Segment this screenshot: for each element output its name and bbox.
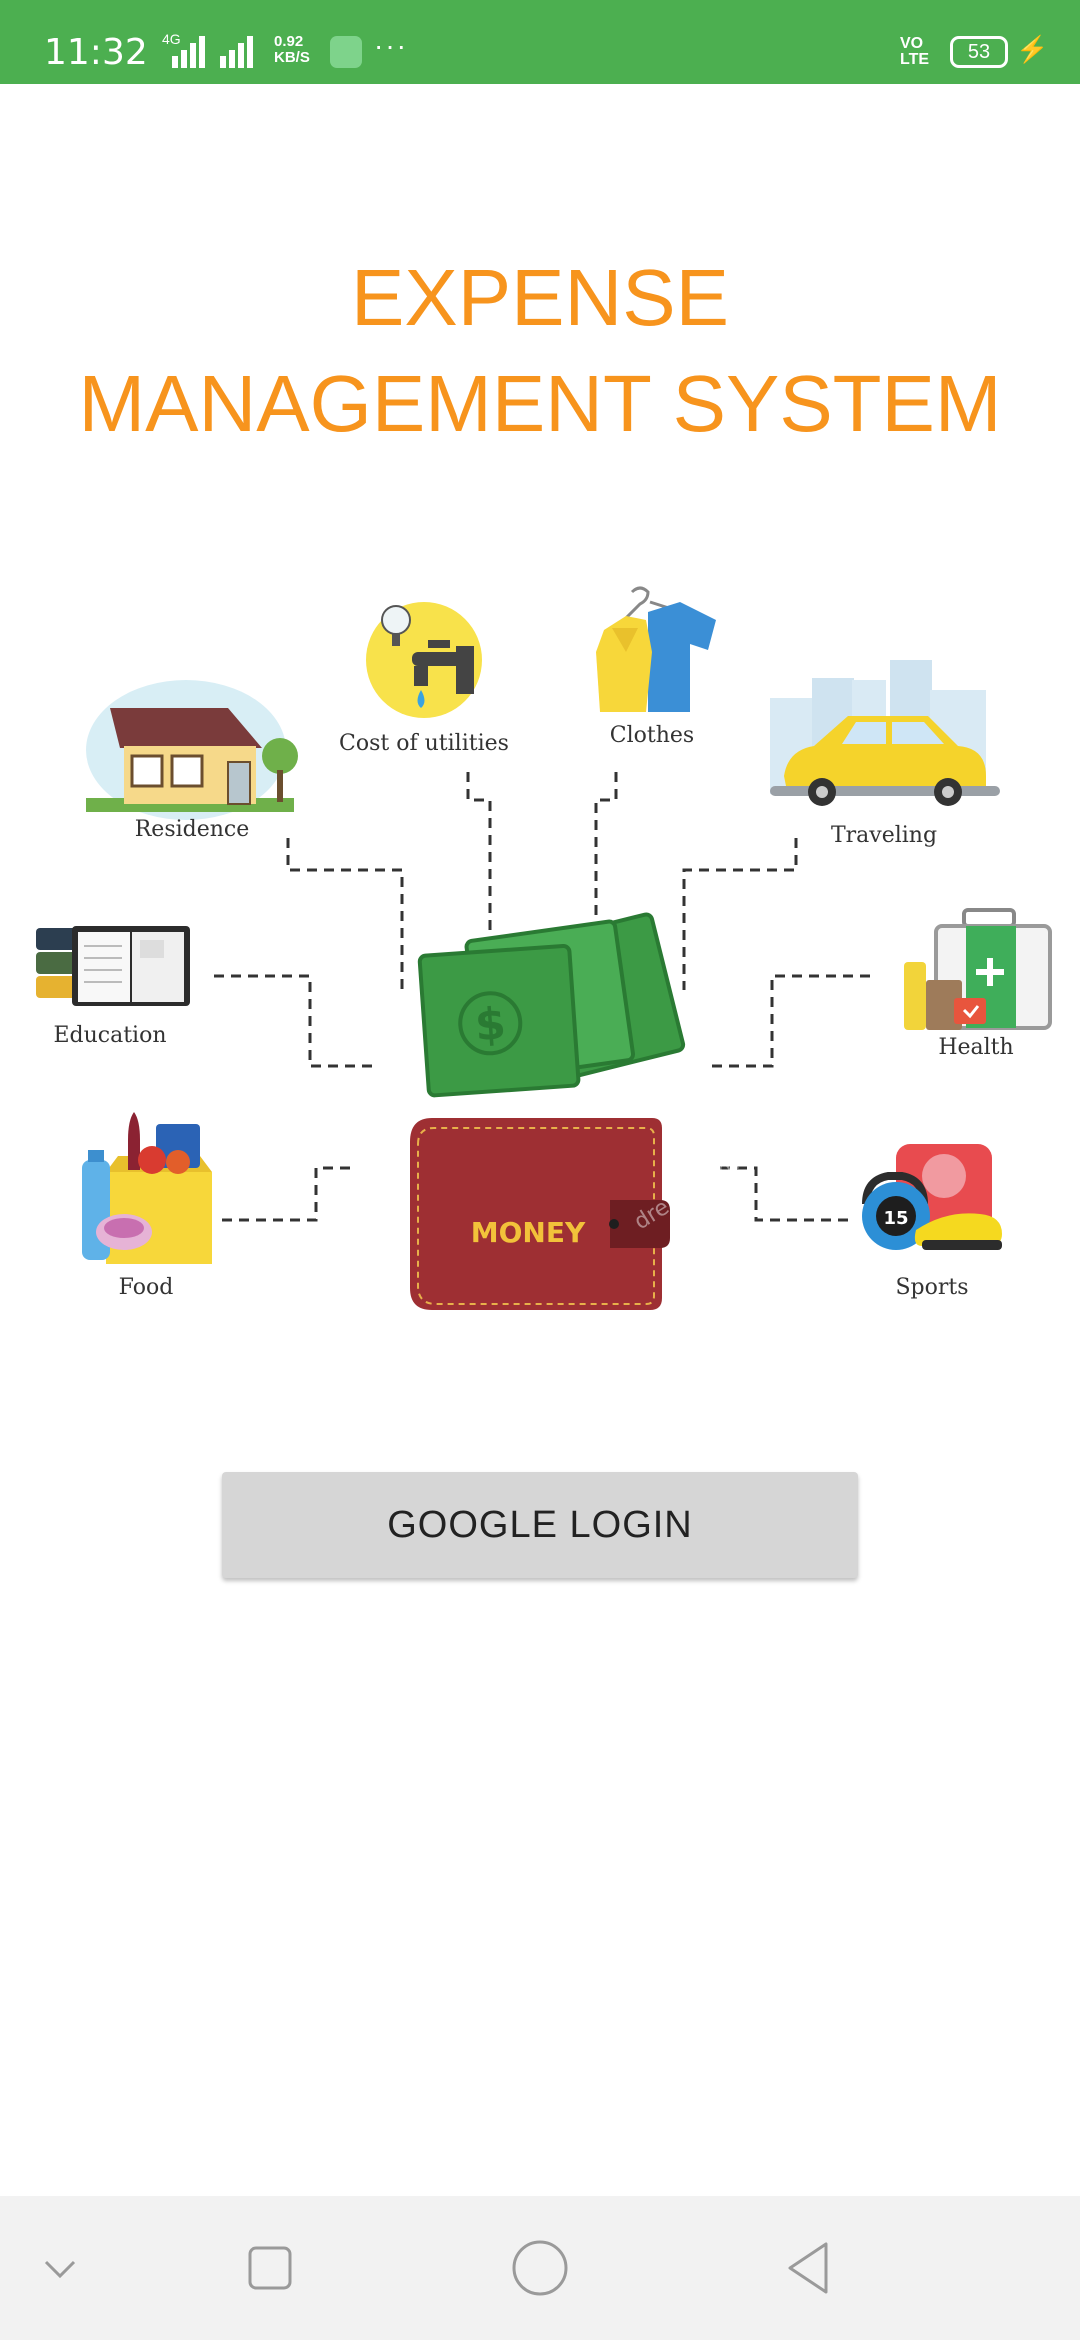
health-icon xyxy=(904,908,1052,1030)
battery-icon: 53 xyxy=(950,36,1008,68)
svg-text:$: $ xyxy=(473,998,507,1051)
expense-categories-illustration: Residence Cost of utilities Clothes Trav… xyxy=(36,586,1052,1310)
battery-level: 53 xyxy=(967,41,991,63)
volte-line-1: VO xyxy=(900,35,924,52)
chevron-down-icon[interactable] xyxy=(28,2236,92,2300)
education-icon xyxy=(36,926,190,1006)
clothes-icon xyxy=(596,586,716,712)
charging-icon: ⚡ xyxy=(1016,34,1049,64)
category-clothes: Clothes xyxy=(610,723,694,748)
more-notifications-icon: ··· xyxy=(374,30,408,61)
navigation-bar xyxy=(0,2196,1080,2340)
money-wallet-icon: $ $ $ MONEY xyxy=(410,912,686,1310)
app-title-line-1: EXPENSE xyxy=(351,253,729,342)
status-bar: 11:32 4G 0.92 KB/S ··· VO LTE 53 ⚡ xyxy=(0,0,1080,84)
kettlebell-weight: 15 xyxy=(883,1208,908,1229)
traveling-icon xyxy=(770,660,1000,806)
wallet-label: MONEY xyxy=(471,1216,586,1249)
app-notification-icon xyxy=(330,36,362,68)
speed-unit: KB/S xyxy=(274,49,310,66)
food-icon xyxy=(82,1112,212,1264)
back-triangle-icon[interactable] xyxy=(778,2236,842,2300)
google-login-button[interactable]: GOOGLE LOGIN xyxy=(222,1472,858,1578)
volte-line-2: LTE xyxy=(900,51,930,68)
category-food: Food xyxy=(119,1275,174,1300)
home-circle-icon[interactable] xyxy=(508,2236,572,2300)
recents-square-icon[interactable] xyxy=(238,2236,302,2300)
category-utilities: Cost of utilities xyxy=(339,731,509,756)
category-health: Health xyxy=(938,1035,1013,1060)
utilities-icon xyxy=(366,602,482,718)
status-time: 11:32 xyxy=(44,32,148,73)
speed-value: 0.92 xyxy=(274,33,304,50)
signal-icon xyxy=(172,36,253,68)
volte-indicator: VO LTE xyxy=(900,36,929,68)
category-traveling: Traveling xyxy=(831,823,937,848)
sports-icon: 15 xyxy=(862,1144,1002,1250)
category-residence: Residence xyxy=(135,817,250,842)
category-education: Education xyxy=(53,1023,166,1048)
network-speed: 0.92 KB/S xyxy=(274,34,310,66)
category-sports: Sports xyxy=(895,1275,968,1300)
app-title-line-2: MANAGEMENT SYSTEM xyxy=(78,359,1002,448)
residence-icon xyxy=(86,680,298,820)
